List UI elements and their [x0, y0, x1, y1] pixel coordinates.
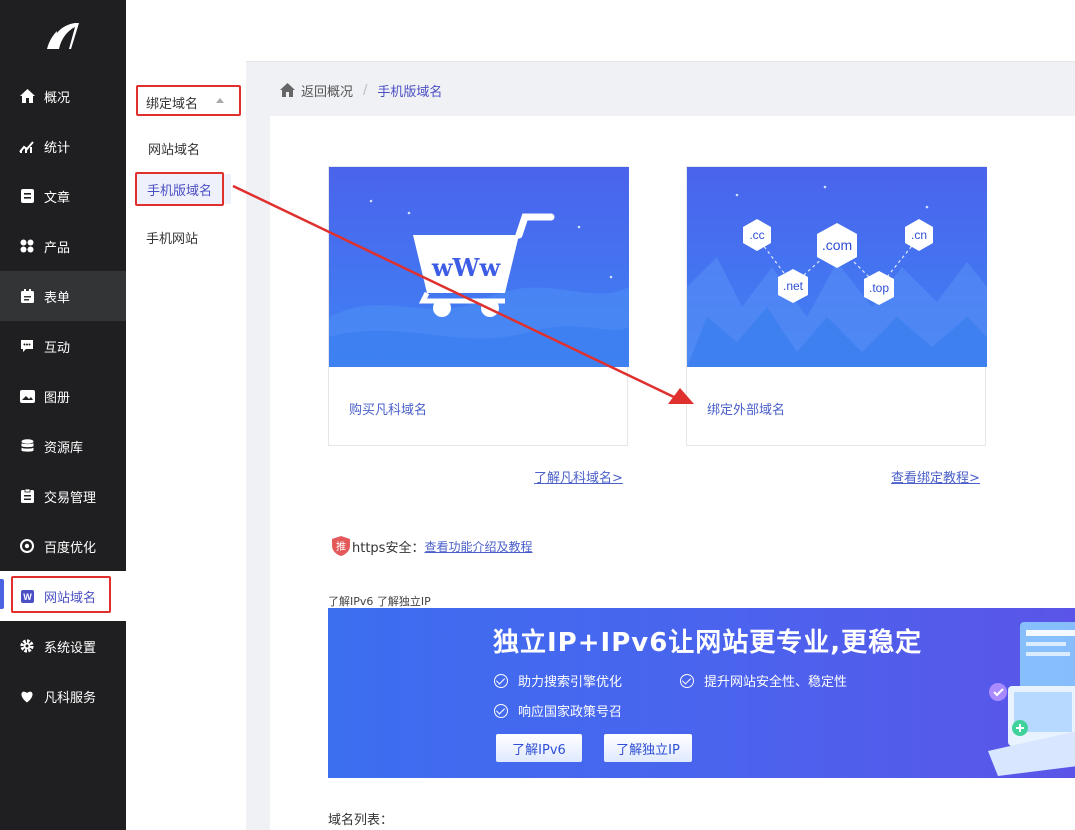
bind-domain-label: 绑定外部域名	[707, 403, 786, 418]
sidebar-item-product[interactable]: 产品	[0, 221, 126, 271]
banner-feature: 提升网站安全性、稳定性	[680, 671, 847, 690]
sidebar-item-settings[interactable]: 系统设置	[0, 621, 126, 671]
svg-text:.com: .com	[822, 237, 852, 253]
https-security-row: 推 https安全： 查看功能介绍及教程	[332, 536, 532, 556]
domain-illustration: .cc .com .cn .net .top	[687, 167, 987, 367]
sidebar-item-article[interactable]: 文章	[0, 171, 126, 221]
fanke-logo[interactable]	[0, 0, 126, 72]
check-circle-icon	[494, 673, 508, 688]
breadcrumb: 返回概况 / 手机版域名	[280, 80, 442, 100]
home-icon	[280, 83, 295, 97]
shield-icon: 推	[332, 536, 350, 556]
sidebar-item-form[interactable]: 表单	[0, 271, 126, 321]
https-label: https安全：	[352, 540, 425, 556]
server-illustration-icon	[988, 622, 1075, 776]
svg-text:.net: .net	[783, 279, 804, 293]
ipv6-banner: 独立IP+IPv6让网站更专业,更稳定 助力搜索引擎优化 提升网站安全性、稳定性…	[328, 608, 1075, 778]
banner-feature: 响应国家政策号召	[494, 701, 622, 720]
check-circle-icon	[494, 703, 508, 718]
gear-icon	[19, 638, 35, 654]
sidebar-item-interact[interactable]: 互动	[0, 321, 126, 371]
sub-sidebar	[126, 0, 246, 830]
highlight-box-domain	[11, 576, 111, 613]
sidebar-item-stats[interactable]: 统计	[0, 121, 126, 171]
sidebar-item-album[interactable]: 图册	[0, 371, 126, 421]
bind-tutorial-link[interactable]: 查看绑定教程>	[891, 467, 980, 486]
shopping-cart-icon: wWw	[329, 167, 629, 367]
chart-icon	[19, 138, 35, 154]
home-icon	[19, 88, 35, 104]
active-indicator	[0, 579, 4, 609]
sidebar-item-overview[interactable]: 概况	[0, 71, 126, 121]
svg-text:.cn: .cn	[911, 228, 927, 242]
subnav-item-site-domain[interactable]: 网站域名	[148, 139, 200, 158]
trade-icon	[19, 488, 35, 504]
buy-domain-card[interactable]: wWw 购买凡科域名	[328, 166, 629, 446]
cart-illustration: wWw	[329, 167, 629, 367]
domain-list-title: 域名列表：	[328, 813, 394, 828]
check-circle-icon	[680, 673, 694, 688]
article-icon	[19, 188, 35, 204]
sidebar-item-trade[interactable]: 交易管理	[0, 471, 126, 521]
breadcrumb-separator: /	[363, 82, 368, 98]
chat-icon	[19, 338, 35, 354]
domain-network-icon: .cc .com .cn .net .top	[687, 167, 987, 367]
highlight-box-mobile	[135, 172, 224, 206]
svg-text:wWw: wWw	[431, 253, 502, 282]
highlight-box-select	[136, 85, 241, 116]
svg-text:.cc: .cc	[749, 228, 764, 242]
banner-headline: 独立IP+IPv6让网站更专业,更稳定	[493, 628, 923, 658]
bind-domain-card[interactable]: .cc .com .cn .net .top 绑定外部域名	[686, 166, 987, 446]
product-icon	[19, 238, 35, 254]
subnav-item-mobile-site[interactable]: 手机网站	[146, 228, 198, 247]
sail-logo-icon	[47, 23, 79, 49]
svg-text:推: 推	[336, 540, 346, 553]
learn-ipv6-button[interactable]: 了解IPv6	[496, 734, 582, 762]
https-tutorial-link[interactable]: 查看功能介绍及教程	[424, 538, 532, 555]
ipv6-section-title: 了解IPv6 了解独立IP	[328, 595, 431, 608]
form-icon	[19, 288, 35, 304]
sidebar-item-seo[interactable]: 百度优化	[0, 521, 126, 571]
breadcrumb-current: 手机版域名	[377, 84, 443, 100]
top-header	[126, 0, 1075, 62]
album-icon	[19, 388, 35, 404]
seo-icon	[19, 538, 35, 554]
sidebar-item-resources[interactable]: 资源库	[0, 421, 126, 471]
sidebar-item-service[interactable]: 凡科服务	[0, 671, 126, 721]
svg-text:.top: .top	[869, 281, 889, 295]
learn-ip-button[interactable]: 了解独立IP	[604, 734, 692, 762]
learn-domain-link[interactable]: 了解凡科域名>	[534, 467, 623, 486]
heart-icon	[19, 688, 35, 704]
database-icon	[19, 438, 35, 454]
buy-domain-label: 购买凡科域名	[349, 403, 428, 418]
banner-feature: 助力搜索引擎优化	[494, 671, 622, 690]
breadcrumb-back[interactable]: 返回概况	[301, 81, 353, 100]
